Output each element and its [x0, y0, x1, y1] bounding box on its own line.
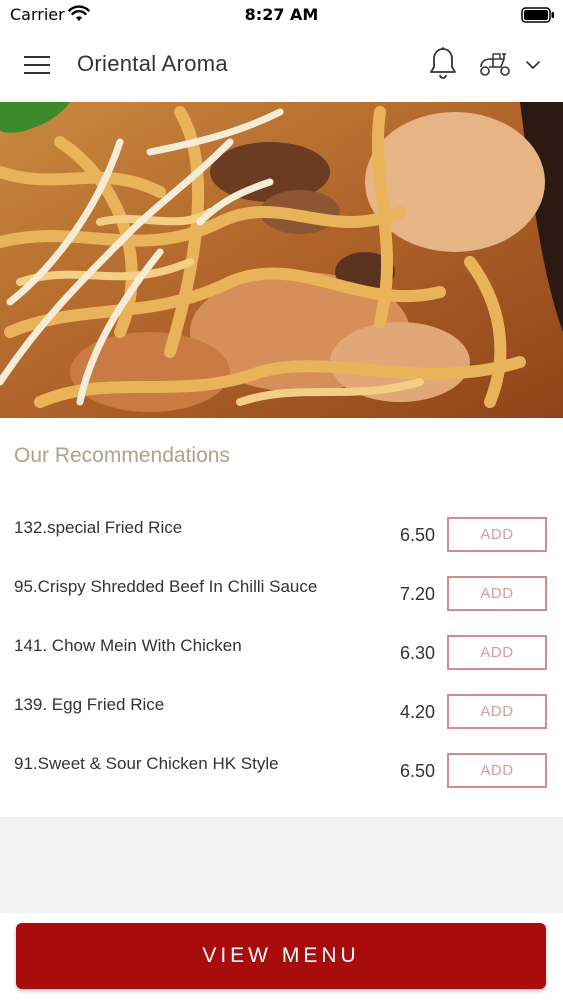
menu-line: [24, 64, 50, 66]
menu-line: [24, 72, 50, 74]
item-name: 139. Egg Fried Rice: [14, 695, 165, 714]
app-title: Oriental Aroma: [77, 51, 228, 76]
list-item: 139. Egg Fried Rice 4.20 ADD: [0, 677, 563, 736]
recommendations-title: Our Recommendations: [14, 444, 230, 467]
add-button[interactable]: ADD: [447, 517, 547, 552]
app-header: Oriental Aroma: [0, 30, 563, 102]
noodle-dish-illustration: [0, 102, 563, 418]
battery-icon: [521, 7, 554, 23]
add-button[interactable]: ADD: [447, 753, 547, 788]
recommendations-list: 132.special Fried Rice 6.50 ADD 95.Crisp…: [0, 500, 563, 795]
item-name: 132.special Fried Rice: [14, 518, 183, 537]
chevron-down-icon[interactable]: [525, 59, 541, 71]
scooter-icon[interactable]: [478, 50, 512, 78]
list-item: 95.Crispy Shredded Beef In Chilli Sauce …: [0, 559, 563, 618]
list-item: 132.special Fried Rice 6.50 ADD: [0, 500, 563, 559]
list-item: 141. Chow Mein With Chicken 6.30 ADD: [0, 618, 563, 677]
add-button[interactable]: ADD: [447, 635, 547, 670]
item-price: 7.20: [399, 584, 435, 604]
view-menu-button[interactable]: VIEW MENU: [16, 923, 546, 989]
content-spacer: [0, 817, 563, 913]
add-button[interactable]: ADD: [447, 694, 547, 729]
hamburger-menu-icon[interactable]: [24, 54, 52, 76]
list-item: 91.Sweet & Sour Chicken HK Style 6.50 AD…: [0, 736, 563, 795]
add-button[interactable]: ADD: [447, 576, 547, 611]
menu-line: [24, 56, 50, 58]
item-name: 95.Crispy Shredded Beef In Chilli Sauce: [14, 577, 318, 596]
item-name: 141. Chow Mein With Chicken: [14, 636, 242, 655]
app-screen: Carrier 8:27 AM Oriental Aroma Our Recom…: [0, 0, 563, 1000]
hero-food-image: [0, 102, 563, 418]
item-price: 6.50: [399, 525, 435, 545]
item-price: 4.20: [399, 702, 435, 722]
status-time: 8:27 AM: [244, 5, 319, 24]
item-price: 6.30: [399, 643, 435, 663]
bell-icon[interactable]: [428, 46, 458, 80]
status-bar: Carrier 8:27 AM: [0, 0, 563, 30]
item-name: 91.Sweet & Sour Chicken HK Style: [14, 754, 279, 773]
item-price: 6.50: [399, 761, 435, 781]
